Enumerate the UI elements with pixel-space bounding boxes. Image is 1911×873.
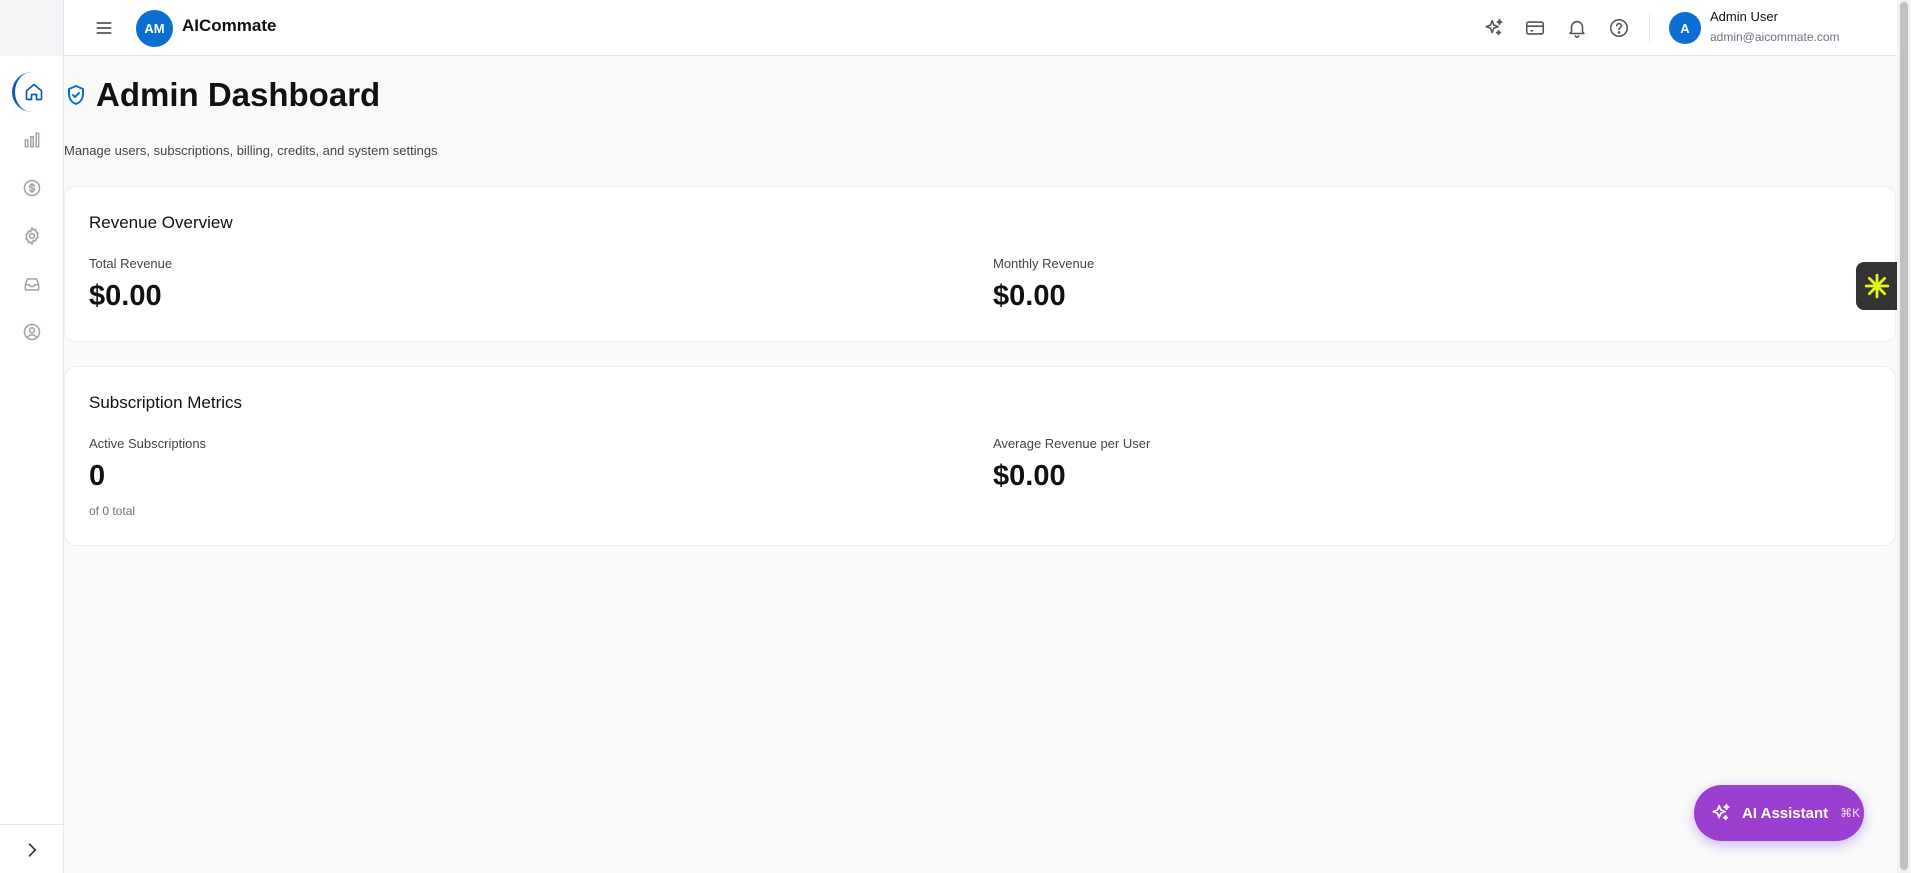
sidebar <box>0 0 64 873</box>
page-subtitle: Manage users, subscriptions, billing, cr… <box>64 143 438 158</box>
sidebar-item-home[interactable] <box>12 72 52 112</box>
total-revenue-value: $0.00 <box>89 280 162 312</box>
sidebar-item-analytics[interactable] <box>12 120 52 160</box>
subscription-metrics-card: Subscription Metrics Active Subscription… <box>64 366 1896 546</box>
bar-chart-icon <box>24 132 40 148</box>
card-title: Subscription Metrics <box>89 393 243 412</box>
menu-icon[interactable] <box>94 18 114 38</box>
sparkles-icon[interactable] <box>1483 17 1505 39</box>
user-name[interactable]: Admin User <box>1710 9 1778 24</box>
home-icon <box>25 83 42 101</box>
ai-assistant-shortcut: ⌘K <box>1840 806 1861 820</box>
header-separator <box>1649 14 1650 42</box>
monthly-revenue-label: Monthly Revenue <box>993 256 1095 271</box>
chevron-right-icon[interactable] <box>22 840 42 860</box>
gear-icon <box>25 226 39 246</box>
user-email: admin@aicommate.com <box>1710 30 1840 44</box>
card-title: Revenue Overview <box>89 213 233 232</box>
shield-check-icon <box>68 85 84 105</box>
page-title: Admin Dashboard <box>96 76 381 113</box>
ai-assistant-button[interactable]: AI Assistant ⌘K <box>1694 785 1864 841</box>
user-avatar[interactable]: A <box>1669 12 1701 44</box>
sidebar-top <box>0 0 63 56</box>
user-circle-icon <box>23 323 41 341</box>
side-widget-button[interactable] <box>1856 262 1898 310</box>
arpu-label: Average Revenue per User <box>993 436 1151 451</box>
dollar-icon <box>23 179 41 197</box>
sidebar-item-profile[interactable] <box>12 312 52 352</box>
scrollbar-thumb[interactable] <box>1900 2 1908 870</box>
active-subscriptions-label: Active Subscriptions <box>89 436 207 451</box>
revenue-overview-card: Revenue Overview Total Revenue $0.00 Mon… <box>64 186 1896 342</box>
sidebar-item-inbox[interactable] <box>12 264 52 304</box>
sidebar-item-settings[interactable] <box>12 216 52 256</box>
credit-card-icon[interactable] <box>1524 17 1546 39</box>
app-name[interactable]: AICommate <box>182 16 276 36</box>
sparkles-icon <box>1712 803 1730 821</box>
monthly-revenue-value: $0.00 <box>993 280 1066 312</box>
active-subscriptions-total: of 0 total <box>89 504 136 518</box>
page-title-row: Admin Dashboard <box>64 76 380 114</box>
asterisk-icon <box>1864 273 1890 299</box>
sidebar-item-billing[interactable] <box>12 168 52 208</box>
sidebar-divider <box>0 824 63 825</box>
ai-assistant-label: AI Assistant <box>1742 804 1829 822</box>
help-icon[interactable] <box>1608 17 1630 39</box>
inbox-icon <box>24 278 40 291</box>
active-subscriptions-value: 0 <box>89 460 106 492</box>
top-header: AM AICommate A Admin User admin@aicommat… <box>64 0 1897 56</box>
bell-icon[interactable] <box>1566 17 1588 39</box>
total-revenue-label: Total Revenue <box>89 256 173 271</box>
app-logo[interactable]: AM <box>136 10 173 47</box>
arpu-value: $0.00 <box>993 460 1066 492</box>
